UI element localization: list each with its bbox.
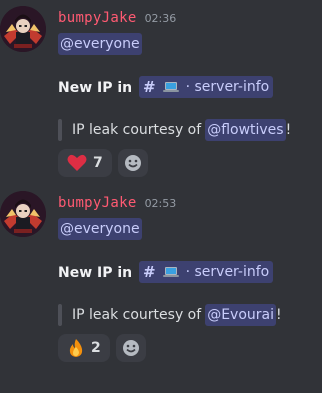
reaction-count: 7: [93, 155, 103, 171]
timestamp: 02:36: [144, 12, 177, 25]
username[interactable]: bumpyJake: [58, 10, 137, 26]
blockquote: IP leak courtesy of @flowtives!: [58, 119, 314, 141]
avatar-image: [0, 6, 46, 52]
quote-suffix: !: [285, 122, 292, 138]
message: bumpyJake 02:53 @everyone New IP in # · …: [0, 185, 322, 370]
quote-suffix: !: [275, 307, 282, 323]
message-text: New IP in: [58, 80, 133, 96]
avatar[interactable]: [0, 191, 46, 237]
quote-text: IP leak courtesy of: [72, 122, 202, 138]
quote-text: IP leak courtesy of: [72, 307, 202, 323]
add-reaction-button[interactable]: [117, 149, 148, 177]
reaction-heart[interactable]: 7: [58, 149, 112, 177]
channel-mention[interactable]: # · server-info: [139, 261, 274, 283]
message: bumpyJake 02:36 @everyone New IP in # · …: [0, 0, 322, 185]
reaction-count: 2: [91, 340, 101, 356]
heart-icon: [67, 154, 87, 171]
add-reaction-button[interactable]: [115, 334, 146, 362]
fire-icon: [69, 339, 83, 357]
quote-bar: [58, 304, 62, 326]
avatar-image: [0, 191, 46, 237]
laptop-icon: [162, 82, 179, 92]
channel-mention[interactable]: # · server-info: [139, 76, 274, 98]
reaction-fire[interactable]: 2: [58, 334, 110, 362]
user-mention[interactable]: @Evourai: [205, 304, 276, 326]
channel-name: · server-info: [185, 264, 270, 280]
smiley-icon: [124, 155, 141, 171]
hash-icon: #: [143, 78, 156, 96]
quote-bar: [58, 119, 62, 141]
hash-icon: #: [143, 263, 156, 281]
user-mention[interactable]: @flowtives: [205, 119, 286, 141]
avatar[interactable]: [0, 6, 46, 52]
blockquote: IP leak courtesy of @Evourai!: [58, 304, 314, 326]
everyone-mention[interactable]: @everyone: [58, 33, 142, 55]
message-text: New IP in: [58, 265, 133, 281]
channel-name: · server-info: [185, 79, 270, 95]
smiley-icon: [122, 340, 139, 356]
everyone-mention[interactable]: @everyone: [58, 218, 142, 240]
laptop-icon: [162, 267, 179, 277]
timestamp: 02:53: [144, 197, 177, 210]
username[interactable]: bumpyJake: [58, 195, 137, 211]
